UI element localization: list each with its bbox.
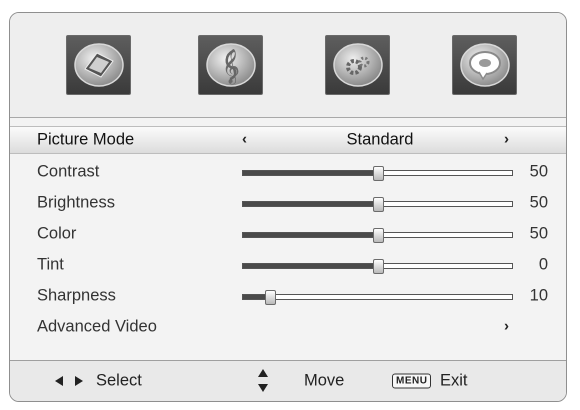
brightness-slider-thumb[interactable] (372, 196, 384, 212)
arrow-right-icon (75, 376, 83, 386)
parental-icon (459, 43, 510, 87)
sharpness-label: Sharpness (37, 286, 116, 304)
tint-slider-thumb[interactable] (372, 258, 384, 274)
move-hint-label: Move (304, 371, 345, 390)
contrast-slider-thumb[interactable] (372, 165, 384, 181)
tint-slider-fill (243, 263, 378, 268)
tint-slider[interactable] (242, 258, 513, 274)
color-row[interactable]: Color 50 (10, 218, 566, 249)
tint-value: 0 (538, 255, 548, 273)
sound-category-tile[interactable]: 𝄞 (198, 35, 263, 95)
menu-key-icon: MENU (392, 373, 432, 389)
chevron-left-icon[interactable]: ‹ (242, 131, 247, 148)
advanced-video-label: Advanced Video (37, 317, 157, 335)
brightness-slider-fill (243, 201, 378, 206)
picture-category-tile[interactable] (66, 35, 131, 95)
sharpness-slider-thumb[interactable] (264, 289, 276, 305)
chevron-right-icon[interactable]: › (504, 131, 509, 148)
sharpness-row[interactable]: Sharpness 10 (10, 280, 566, 311)
color-slider[interactable] (242, 227, 513, 243)
exit-hint-label: Exit (440, 371, 468, 390)
select-hint-label: Select (96, 371, 142, 390)
picture-mode-value: Standard (346, 130, 414, 149)
contrast-value: 50 (529, 162, 548, 180)
sharpness-slider[interactable] (242, 289, 513, 305)
tint-label: Tint (37, 255, 64, 273)
setup-icon (332, 43, 383, 87)
arrow-down-icon (258, 384, 268, 392)
color-slider-fill (243, 232, 378, 237)
picture-mode-row[interactable]: Picture Mode ‹ Standard › (10, 126, 566, 154)
picture-mode-label: Picture Mode (37, 130, 135, 149)
osd-menu: 𝄞 Picture Mode ‹ Standard › Contrast 50 … (9, 12, 567, 402)
setup-category-tile[interactable] (325, 35, 390, 95)
brightness-label: Brightness (37, 193, 115, 211)
color-slider-thumb[interactable] (372, 227, 384, 243)
chevron-right-icon[interactable]: › (504, 317, 509, 334)
picture-settings-list: Picture Mode ‹ Standard › Contrast 50 Br… (10, 126, 566, 342)
brightness-value: 50 (529, 193, 548, 211)
key-hint-bar: Select Move MENU Exit (10, 360, 566, 401)
contrast-slider-fill (243, 170, 378, 175)
brightness-row[interactable]: Brightness 50 (10, 187, 566, 218)
color-value: 50 (529, 224, 548, 242)
arrow-up-icon (258, 369, 268, 377)
sound-icon: 𝄞 (205, 43, 256, 87)
contrast-row[interactable]: Contrast 50 (10, 156, 566, 187)
advanced-video-row[interactable]: Advanced Video › (10, 311, 566, 342)
picture-icon (73, 43, 124, 87)
contrast-label: Contrast (37, 162, 100, 180)
contrast-slider[interactable] (242, 165, 513, 181)
menu-category-bar: 𝄞 (10, 13, 566, 118)
parental-category-tile[interactable] (452, 35, 517, 95)
arrow-left-icon (55, 376, 63, 386)
brightness-slider[interactable] (242, 196, 513, 212)
color-label: Color (37, 224, 77, 242)
tint-row[interactable]: Tint 0 (10, 249, 566, 280)
sharpness-value: 10 (529, 286, 548, 304)
